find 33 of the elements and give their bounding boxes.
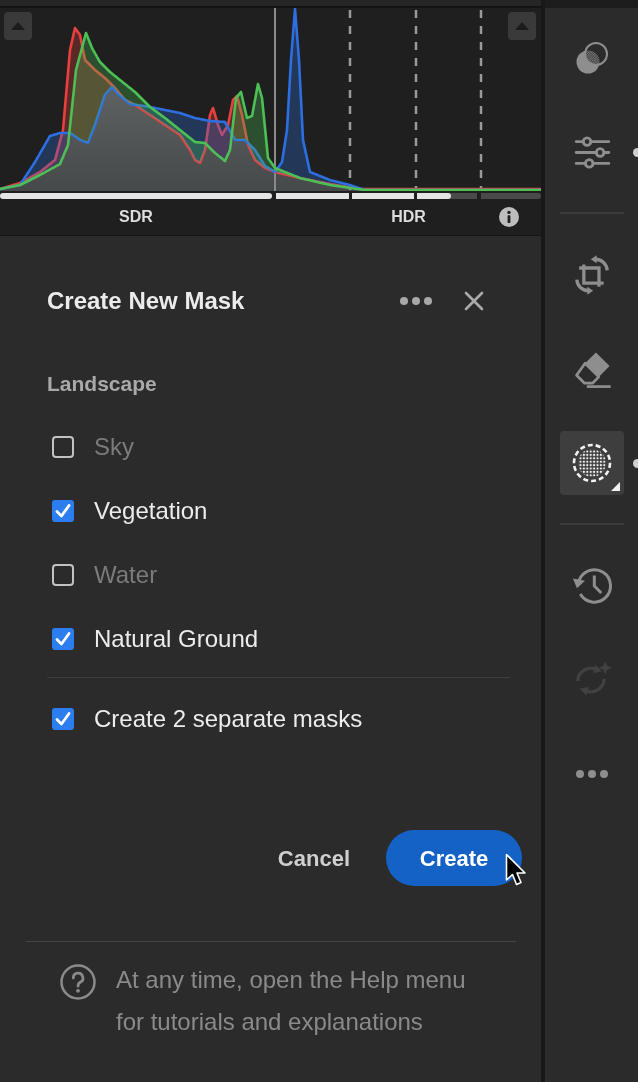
checkbox[interactable] — [52, 436, 74, 458]
overlapping-circles-icon — [575, 41, 609, 75]
history-icon — [570, 565, 614, 607]
corner-triangle-icon — [611, 482, 620, 491]
more-icon[interactable] — [400, 297, 432, 305]
help-icon — [60, 964, 96, 1000]
scale-label: HDR — [391, 208, 426, 225]
clipping-toggle-button[interactable] — [508, 12, 536, 40]
checkbox-label: Create 2 separate masks — [94, 704, 363, 734]
checkbox-label: Sky — [94, 432, 134, 462]
checkbox[interactable] — [52, 708, 74, 730]
scale-label: SDR — [119, 208, 153, 225]
checkbox[interactable] — [52, 628, 74, 650]
clipping-toggle-button[interactable] — [4, 12, 32, 40]
dotted-circle-icon — [572, 443, 612, 483]
panel-title: Create New Mask — [47, 286, 246, 316]
checkbox-label: Natural Ground — [94, 624, 259, 654]
cursor-icon — [505, 853, 527, 887]
checkbox[interactable] — [52, 500, 74, 522]
create-button[interactable]: Create — [386, 830, 522, 886]
more-icon — [576, 770, 608, 778]
checkbox-label: Water — [94, 560, 158, 590]
cancel-button[interactable]: Cancel — [261, 830, 366, 886]
section-heading: Landscape — [46, 371, 158, 397]
triangle-icon — [11, 22, 25, 30]
checkbox[interactable] — [52, 564, 74, 586]
checkbox-label: Vegetation — [94, 496, 208, 526]
info-icon[interactable] — [499, 207, 519, 227]
help-text: At any time, open the Help menu for tutorials and explanations — [116, 965, 467, 1037]
close-icon[interactable] — [464, 291, 484, 311]
sliders-icon — [573, 135, 611, 169]
tool-button[interactable] — [560, 431, 624, 495]
triangle-icon — [515, 22, 529, 30]
